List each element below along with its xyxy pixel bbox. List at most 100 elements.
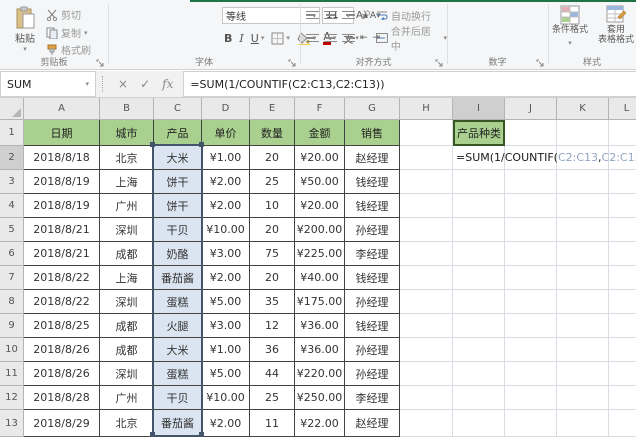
- cell-E2[interactable]: 20: [250, 146, 295, 170]
- cell-F2[interactable]: ¥20.00: [295, 146, 345, 170]
- decrease-indent-icon[interactable]: ⇤: [360, 33, 368, 43]
- cell-H13[interactable]: [400, 410, 453, 437]
- cell-D5[interactable]: ¥10.00: [202, 218, 250, 242]
- cell-I1[interactable]: 产品种类: [453, 120, 505, 146]
- cell-L11[interactable]: [609, 362, 636, 386]
- cell-E3[interactable]: 25: [250, 170, 295, 194]
- cell-H7[interactable]: [400, 266, 453, 290]
- underline-dropdown-arrow[interactable]: ▾: [261, 34, 265, 42]
- cell-C5[interactable]: 干贝: [154, 218, 202, 242]
- cell-D6[interactable]: ¥3.00: [202, 242, 250, 266]
- cell-B10[interactable]: 成都: [100, 338, 154, 362]
- cell-I11[interactable]: [453, 362, 505, 386]
- active-cell-formula-editor[interactable]: =SUM(1/COUNTIF(C2:C13,C2:C13)): [456, 146, 636, 170]
- cell-D2[interactable]: ¥1.00: [202, 146, 250, 170]
- cell-G13[interactable]: 赵经理: [345, 410, 400, 437]
- cell-D8[interactable]: ¥5.00: [202, 290, 250, 314]
- cell-I7[interactable]: [453, 266, 505, 290]
- cell-E10[interactable]: 36: [250, 338, 295, 362]
- cell-B8[interactable]: 深圳: [100, 290, 154, 314]
- row-header-5[interactable]: 5: [0, 218, 24, 242]
- cell-C13[interactable]: 番茄酱: [154, 410, 202, 437]
- range-handle-icon[interactable]: [199, 432, 204, 437]
- cell-H1[interactable]: [400, 120, 453, 146]
- cell-A5[interactable]: 2018/8/21: [24, 218, 100, 242]
- cell-I10[interactable]: [453, 338, 505, 362]
- cell-J5[interactable]: [505, 218, 557, 242]
- cell-K1[interactable]: [557, 120, 609, 146]
- cell-E7[interactable]: 20: [250, 266, 295, 290]
- borders-icon[interactable]: [271, 32, 284, 45]
- cell-I12[interactable]: [453, 386, 505, 410]
- cell-C3[interactable]: 饼干: [154, 170, 202, 194]
- row-header-11[interactable]: 11: [0, 362, 24, 386]
- cell-C10[interactable]: 大米: [154, 338, 202, 362]
- cell-B6[interactable]: 成都: [100, 242, 154, 266]
- cell-F12[interactable]: ¥250.00: [295, 386, 345, 410]
- cell-G2[interactable]: 赵经理: [345, 146, 400, 170]
- cell-G3[interactable]: 钱经理: [345, 170, 400, 194]
- col-header-B[interactable]: B: [100, 98, 154, 120]
- col-header-C[interactable]: C: [154, 98, 202, 120]
- formula-input[interactable]: =SUM(1/COUNTIF(C2:C13,C2:C13)): [183, 71, 636, 97]
- col-header-F[interactable]: F: [295, 98, 345, 120]
- cell-I4[interactable]: [453, 194, 505, 218]
- cell-K3[interactable]: [557, 170, 609, 194]
- cell-L1[interactable]: [609, 120, 636, 146]
- cell-J12[interactable]: [505, 386, 557, 410]
- cell-J4[interactable]: [505, 194, 557, 218]
- cell-B4[interactable]: 广州: [100, 194, 154, 218]
- cell-L5[interactable]: [609, 218, 636, 242]
- cell-C4[interactable]: 饼干: [154, 194, 202, 218]
- cell-C12[interactable]: 干贝: [154, 386, 202, 410]
- cell-J8[interactable]: [505, 290, 557, 314]
- cell-C6[interactable]: 奶酪: [154, 242, 202, 266]
- cell-H4[interactable]: [400, 194, 453, 218]
- cell-I5[interactable]: [453, 218, 505, 242]
- cell-D4[interactable]: ¥2.00: [202, 194, 250, 218]
- cell-I13[interactable]: [453, 410, 505, 437]
- cancel-button[interactable]: ×: [118, 77, 128, 91]
- align-left-icon[interactable]: [306, 33, 319, 43]
- cell-G6[interactable]: 李经理: [345, 242, 400, 266]
- row-header-10[interactable]: 10: [0, 338, 24, 362]
- align-center-icon[interactable]: [324, 33, 337, 43]
- merge-center-button[interactable]: 合并后居中 ▾: [376, 27, 447, 53]
- cell-C9[interactable]: 火腿: [154, 314, 202, 338]
- cell-A6[interactable]: 2018/8/21: [24, 242, 100, 266]
- cell-G9[interactable]: 钱经理: [345, 314, 400, 338]
- cell-I9[interactable]: [453, 314, 505, 338]
- cell-K12[interactable]: [557, 386, 609, 410]
- col-header-G[interactable]: G: [345, 98, 400, 120]
- clipboard-dialog-launcher-icon[interactable]: [96, 59, 104, 67]
- cell-D9[interactable]: ¥3.00: [202, 314, 250, 338]
- insert-function-button[interactable]: fx: [162, 77, 173, 91]
- name-box[interactable]: SUM ▾: [0, 71, 96, 97]
- col-header-K[interactable]: K: [557, 98, 609, 120]
- cell-J3[interactable]: [505, 170, 557, 194]
- cell-C8[interactable]: 蛋糕: [154, 290, 202, 314]
- align-bottom-icon[interactable]: [342, 10, 355, 20]
- cell-D13[interactable]: ¥2.00: [202, 410, 250, 437]
- col-header-L[interactable]: L: [609, 98, 636, 120]
- wrap-text-button[interactable]: 自动换行: [376, 7, 431, 23]
- cell-F3[interactable]: ¥50.00: [295, 170, 345, 194]
- font-dialog-launcher-icon[interactable]: [288, 59, 296, 67]
- borders-dropdown-arrow[interactable]: ▾: [286, 34, 290, 42]
- orientation-icon[interactable]: ab: [358, 8, 373, 23]
- cell-J13[interactable]: [505, 410, 557, 437]
- cell-B11[interactable]: 深圳: [100, 362, 154, 386]
- cell-B12[interactable]: 广州: [100, 386, 154, 410]
- cell-J9[interactable]: [505, 314, 557, 338]
- cell-B5[interactable]: 深圳: [100, 218, 154, 242]
- cell-H11[interactable]: [400, 362, 453, 386]
- cell-E9[interactable]: 12: [250, 314, 295, 338]
- cell-A8[interactable]: 2018/8/22: [24, 290, 100, 314]
- col-header-H[interactable]: H: [400, 98, 453, 120]
- cell-A13[interactable]: 2018/8/29: [24, 410, 100, 437]
- cell-A10[interactable]: 2018/8/26: [24, 338, 100, 362]
- cell-F8[interactable]: ¥175.00: [295, 290, 345, 314]
- paste-dropdown-arrow[interactable]: ▾: [8, 45, 42, 53]
- cell-E1[interactable]: 数量: [250, 120, 295, 146]
- cell-B1[interactable]: 城市: [100, 120, 154, 146]
